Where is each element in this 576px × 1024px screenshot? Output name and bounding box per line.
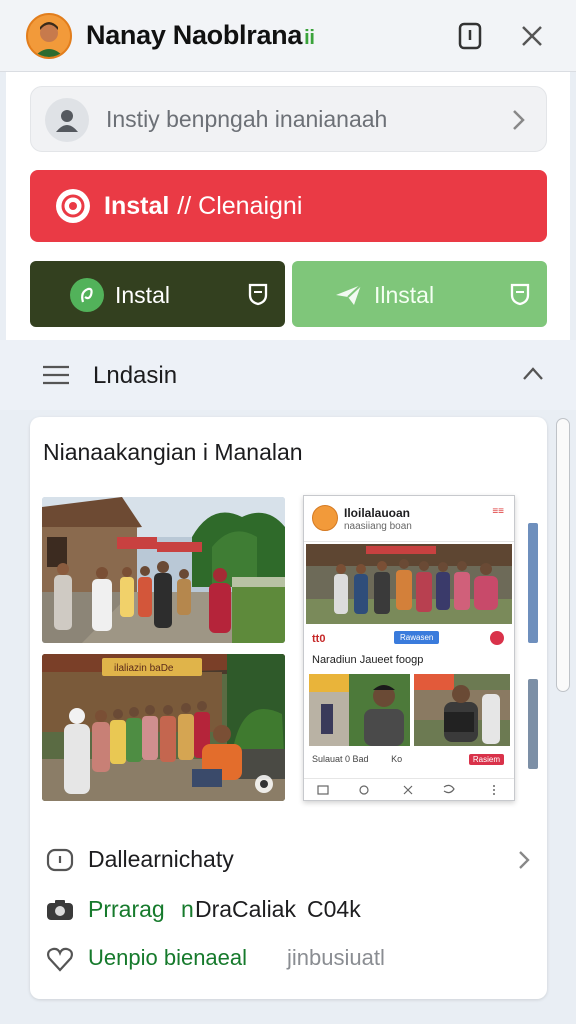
search-bar[interactable]: Instiy benpngah inanianaah [30, 86, 547, 152]
phone-button[interactable] [452, 18, 488, 54]
search-text: Instiy benpngah inanianaah [106, 106, 388, 132]
preview-badge[interactable]: Rawasen [394, 631, 440, 644]
preview-name: Iloilalauoan [344, 506, 411, 520]
section-header[interactable]: Lndasin [0, 340, 576, 410]
info-row-heart-b: jinbusiuatl [287, 945, 385, 970]
preview-heart-icon[interactable] [490, 631, 504, 645]
preview-thumb-2[interactable] [414, 674, 510, 746]
install-light-button[interactable]: Ilnstal [292, 261, 547, 327]
section-title: Lndasin [93, 362, 178, 389]
install-dark-button[interactable]: Instal [30, 261, 285, 327]
info-row-camera-b: n [181, 896, 194, 922]
chevron-right-icon [519, 851, 530, 869]
user-icon [45, 98, 89, 142]
info-row-heart-a: Uenpio bienaeal [88, 945, 248, 970]
heart-icon [47, 947, 73, 972]
preview-header: Iloilalauoan naasiiang boan ≡≡ [304, 496, 514, 542]
leaf-icon [70, 278, 104, 312]
photo-community-group[interactable]: ilaliazin baDe [42, 654, 285, 801]
preview-footer-mid: Ko [391, 754, 403, 764]
photo-village-street[interactable] [42, 497, 285, 643]
app-title-text: Nanay Naoblrana [86, 20, 303, 50]
install-primary-label: Instal// Clenaigni [104, 192, 302, 221]
close-icon [522, 26, 542, 46]
close-button[interactable] [514, 18, 550, 54]
install-primary-button[interactable]: Instal// Clenaigni [30, 170, 547, 242]
app-title: Nanay Naoblrana ii [86, 20, 315, 51]
title-tag: ii [304, 27, 315, 49]
preview-sub: naasiiang boan [344, 521, 412, 532]
preview-action-row: tt0 Rawasen [312, 630, 506, 650]
svg-text:ilaliazin baDe: ilaliazin baDe [114, 663, 174, 674]
dark-button-label: Instal [115, 282, 170, 308]
preview-footer: Sulauat 0 Bad Ko Rasiem [312, 754, 506, 770]
primary-label-text: Instal [104, 192, 170, 220]
preview-mark: ≡≡ [492, 506, 504, 517]
post-preview[interactable]: Iloilalauoan naasiiang boan ≡≡ tt0 Rawas… [303, 495, 515, 801]
primary-sublabel: // Clenaigni [177, 192, 303, 220]
shield-icon [248, 283, 268, 306]
info-row-camera-d: C04k [307, 896, 361, 922]
content-card: Nianaakangian i Manalan ilaliazin baDe I… [30, 417, 547, 999]
preview-image [306, 544, 512, 624]
preview-thumb-1[interactable] [309, 674, 410, 746]
light-button-label: Ilnstal [374, 282, 435, 308]
shield-icon [510, 283, 530, 306]
menu-icon [43, 365, 69, 385]
preview-code: tt0 [312, 633, 326, 645]
info-row-chat-text: Dallearnichaty [88, 846, 234, 872]
next-item-peek[interactable] [528, 523, 538, 643]
info-row-camera[interactable]: Prrarag n DraCaliak C04k [45, 892, 535, 928]
next-item-peek-2[interactable] [528, 679, 538, 769]
preview-footer-right[interactable]: Rasiem [468, 754, 504, 765]
avatar[interactable] [26, 13, 72, 59]
app-header: Nanay Naoblrana ii [0, 0, 576, 72]
send-icon [332, 278, 366, 312]
info-row-chat[interactable]: Dallearnichaty [45, 842, 535, 878]
avatar-face-icon [28, 15, 70, 57]
scrollbar[interactable] [556, 418, 570, 692]
phone-icon [458, 22, 482, 50]
chevron-up-icon [523, 367, 543, 380]
preview-avatar [312, 505, 338, 531]
info-row-camera-a: Prrarag [88, 896, 165, 922]
chat-icon [46, 848, 74, 872]
preview-caption: Naradiun Jaueet foogp [312, 654, 424, 666]
chevron-right-icon [513, 110, 525, 130]
camera-icon [47, 900, 73, 920]
info-row-heart[interactable]: Uenpio bienaeal jinbusiuatl [45, 941, 535, 977]
target-icon [56, 189, 90, 223]
preview-footer-left: Sulauat 0 Bad [312, 754, 369, 764]
info-row-camera-c: DraCaliak [195, 896, 296, 922]
preview-bottom-bar [304, 778, 514, 800]
card-title: Nianaakangian i Manalan [43, 439, 303, 465]
